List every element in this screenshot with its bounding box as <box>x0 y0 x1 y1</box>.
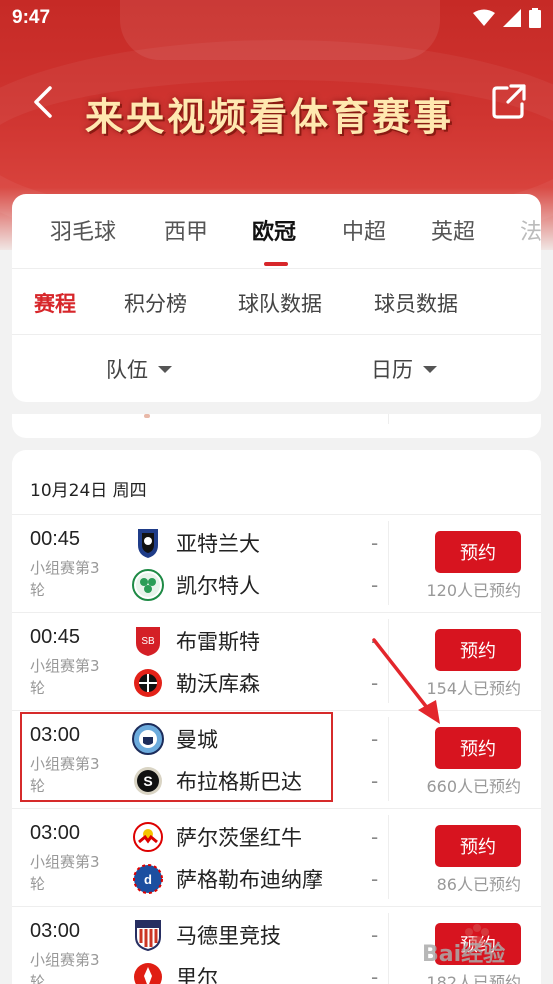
dinamo-zagreb-logo-icon: d <box>132 863 164 895</box>
match-time: 00:45 <box>30 626 81 648</box>
reservation-count: 120人已预约 <box>426 581 521 600</box>
away-team[interactable]: d 萨格勒布迪纳摩 <box>132 863 323 895</box>
subtab-standings[interactable]: 积分榜 <box>124 288 187 318</box>
match-round: 小组赛第3轮 <box>30 559 100 599</box>
atletico-madrid-logo-icon <box>132 919 164 951</box>
reserve-button[interactable]: 预约 <box>435 531 521 573</box>
match-time: 03:00 <box>30 822 81 844</box>
tab-badminton[interactable]: 羽毛球 <box>50 214 116 246</box>
tab-laliga[interactable]: 西甲 <box>164 214 208 246</box>
caret-down-icon <box>423 365 437 373</box>
leverkusen-logo-icon <box>132 667 164 699</box>
home-score: - <box>371 531 379 555</box>
team-filter[interactable]: 队伍 <box>106 354 172 384</box>
calendar-filter[interactable]: 日历 <box>371 354 437 384</box>
match-row[interactable]: 00:45 小组赛第3轮 亚特兰大 凯尔特人 - - 预约 120人已预约 <box>12 515 541 613</box>
team-filter-label: 队伍 <box>106 358 148 382</box>
home-team-name: 马德里竞技 <box>176 924 281 948</box>
status-icons <box>473 8 541 28</box>
share-button[interactable] <box>491 82 527 120</box>
watermark-text: Bai经验 <box>422 942 506 967</box>
highlight-box <box>20 712 333 802</box>
watermark: Bai经验 <box>420 920 550 980</box>
calendar-filter-label: 日历 <box>371 358 413 382</box>
away-team-name: 勒沃库森 <box>176 672 260 696</box>
tab-champions-league[interactable]: 欧冠 <box>252 214 296 246</box>
status-bar: 9:47 <box>0 0 553 38</box>
away-score: - <box>371 965 379 984</box>
match-round: 小组赛第3轮 <box>30 951 100 984</box>
signal-icon <box>503 9 521 27</box>
home-score: - <box>371 727 379 751</box>
home-team[interactable]: 马德里竞技 <box>132 919 281 951</box>
match-round: 小组赛第3轮 <box>30 853 100 893</box>
match-date: 10月24日 周四 <box>30 481 147 501</box>
reserve-button[interactable]: 预约 <box>435 727 521 769</box>
divider <box>12 268 541 269</box>
subtab-team-stats[interactable]: 球队数据 <box>238 288 322 318</box>
divider <box>12 334 541 335</box>
lille-logo-icon <box>132 961 164 984</box>
home-team-name: 萨尔茨堡红牛 <box>176 826 302 850</box>
home-score: - <box>371 923 379 947</box>
wifi-icon <box>473 9 495 26</box>
filter-card: 羽毛球 西甲 欧冠 中超 英超 法 赛程 积分榜 球队数据 球员数据 队伍 日历 <box>12 194 541 402</box>
share-icon <box>492 84 526 119</box>
tab-csl[interactable]: 中超 <box>342 214 386 246</box>
reserve-button[interactable]: 预约 <box>435 825 521 867</box>
away-team-name: 凯尔特人 <box>176 574 260 598</box>
page-title: 来央视频看体育赛事 <box>85 94 455 139</box>
away-score: - <box>371 867 379 891</box>
svg-text:SB: SB <box>141 636 155 647</box>
celtic-logo-icon <box>132 569 164 601</box>
match-row[interactable]: 03:00 小组赛第3轮 萨尔茨堡红牛 d 萨格勒布迪纳摩 - - 预约 86人… <box>12 809 541 907</box>
match-time: 03:00 <box>30 920 81 942</box>
away-score: - <box>371 769 379 793</box>
active-tab-indicator <box>264 262 288 266</box>
home-team[interactable]: 萨尔茨堡红牛 <box>132 821 302 853</box>
salzburg-logo-icon <box>132 821 164 853</box>
away-score: - <box>371 573 379 597</box>
subtab-player-stats[interactable]: 球员数据 <box>374 288 458 318</box>
divider <box>388 414 389 424</box>
reservation-count: 86人已预约 <box>436 875 521 894</box>
annotation-arrow-icon <box>372 638 440 724</box>
caret-down-icon <box>158 365 172 373</box>
reservation-count: 660人已预约 <box>426 777 521 796</box>
away-team-name: 里尔 <box>176 966 218 984</box>
chevron-left-icon <box>34 86 52 118</box>
home-team-name: 亚特兰大 <box>176 532 260 556</box>
home-team-name: 布雷斯特 <box>176 630 260 654</box>
divider <box>388 815 389 899</box>
match-round: 小组赛第3轮 <box>30 657 100 697</box>
atalanta-logo-icon <box>132 527 164 559</box>
away-team[interactable]: 里尔 <box>132 961 218 984</box>
sport-tabs: 羽毛球 西甲 欧冠 中超 英超 法 <box>12 194 541 266</box>
partial-logo <box>144 414 150 418</box>
back-button[interactable] <box>26 82 62 122</box>
match-row[interactable]: 00:45 小组赛第3轮 SB 布雷斯特 勒沃库森 - - 预约 154人已预约 <box>12 613 541 711</box>
match-time: 00:45 <box>30 528 81 550</box>
brest-logo-icon: SB <box>132 625 164 657</box>
away-team[interactable]: 勒沃库森 <box>132 667 260 699</box>
divider <box>388 913 389 984</box>
away-team[interactable]: 凯尔特人 <box>132 569 260 601</box>
divider <box>388 521 389 605</box>
subtab-schedule[interactable]: 赛程 <box>34 288 76 318</box>
svg-text:d: d <box>144 872 152 887</box>
home-team[interactable]: 亚特兰大 <box>132 527 260 559</box>
tab-ligue1[interactable]: 法 <box>520 214 541 246</box>
home-score: - <box>371 825 379 849</box>
home-team[interactable]: SB 布雷斯特 <box>132 625 260 657</box>
status-time: 9:47 <box>12 7 51 28</box>
tab-premier-league[interactable]: 英超 <box>431 214 475 246</box>
previous-day-card <box>12 414 541 438</box>
away-team-name: 萨格勒布迪纳摩 <box>176 868 323 892</box>
battery-icon <box>529 8 541 28</box>
